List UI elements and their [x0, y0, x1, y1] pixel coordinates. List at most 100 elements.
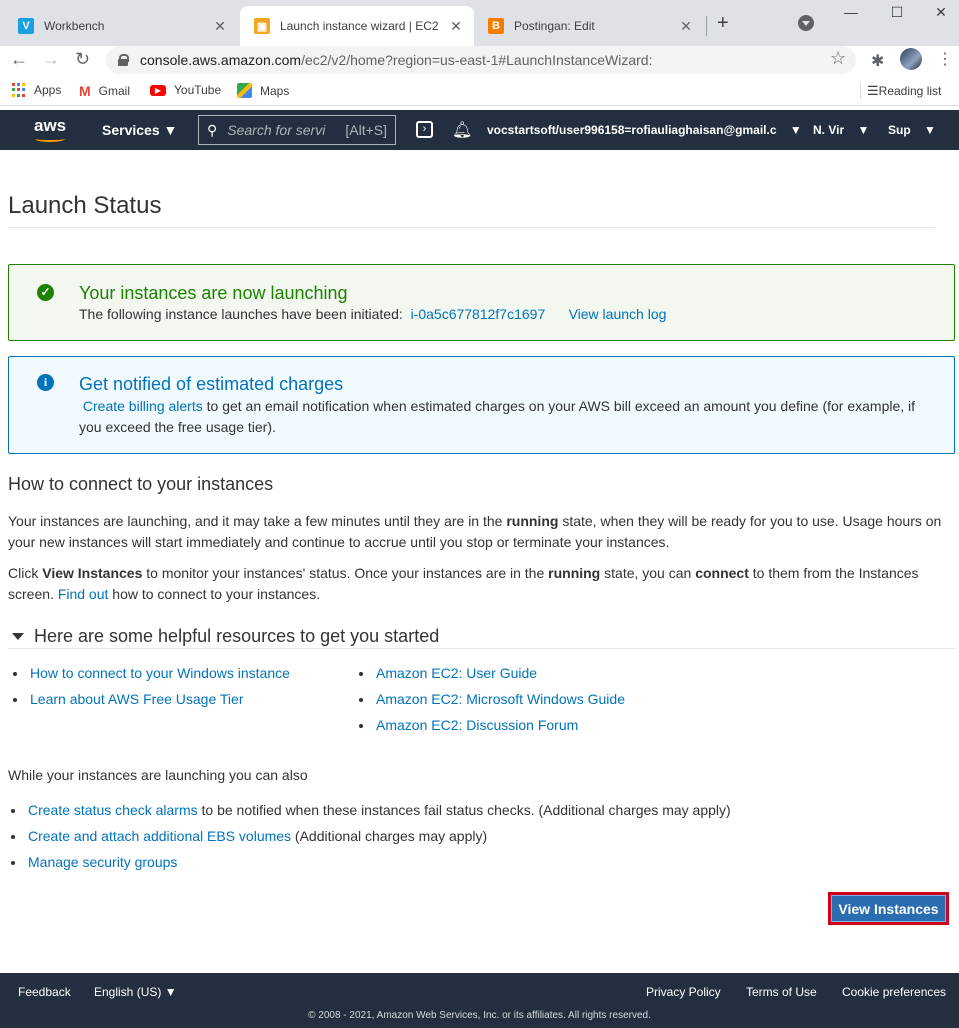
aws-search-input[interactable]: ⚲ Search for servi [Alt+S] [198, 115, 396, 145]
ebs-volumes-link[interactable]: Create and attach additional EBS volumes [28, 828, 291, 844]
minimize-icon[interactable]: — [828, 4, 874, 20]
check-circle-icon: ✓ [37, 284, 54, 301]
instance-id-link[interactable]: i-0a5c677812f7c1697 [411, 306, 546, 322]
browser-tab-strip: V Workbench ✕ ▣ Launch instance wizard |… [0, 0, 959, 46]
list-item: Create and attach additional EBS volumes… [6, 823, 731, 849]
resources-section-toggle[interactable]: Here are some helpful resources to get y… [8, 626, 955, 649]
item-text: (Additional charges may apply) [291, 828, 488, 844]
info-circle-icon: i [37, 374, 54, 391]
title-divider [8, 227, 935, 228]
extensions-puzzle-icon[interactable]: ✱ [871, 51, 884, 71]
new-tab-plus-icon[interactable]: + [717, 12, 729, 35]
close-tab-icon[interactable]: ✕ [448, 18, 464, 35]
gmail-icon: M [79, 83, 91, 99]
also-list: Create status check alarms to be notifie… [6, 797, 731, 875]
cloudshell-icon[interactable]: › [416, 121, 433, 138]
close-tab-icon[interactable]: ✕ [212, 18, 228, 35]
account-menu[interactable]: vocstartsoft/user996158=rofiauliaghaisan… [487, 123, 802, 137]
launch-success-alert: ✓ Your instances are now launching The f… [8, 264, 955, 341]
bookmark-apps[interactable]: Apps [12, 83, 61, 97]
status-check-alarms-link[interactable]: Create status check alarms [28, 802, 198, 818]
bookmark-maps[interactable]: Maps [237, 83, 289, 98]
bookmark-youtube[interactable]: ▶ YouTube [150, 83, 221, 97]
ec2-windows-guide-link[interactable]: Amazon EC2: Microsoft Windows Guide [376, 691, 625, 707]
list-item: Create status check alarms to be notifie… [6, 797, 731, 823]
bookmark-label: Maps [260, 83, 290, 98]
text: Your instances are launching, and it may… [8, 513, 507, 529]
connect-paragraph-2: Click View Instances to monitor your ins… [8, 563, 948, 605]
search-shortcut-hint: [Alt+S] [345, 122, 387, 138]
also-heading: While your instances are launching you c… [8, 767, 308, 783]
ec2-forum-link[interactable]: Amazon EC2: Discussion Forum [376, 717, 578, 733]
url-path: /ec2/v2/home?region=us-east-1#LaunchInst… [301, 52, 653, 68]
notifications-bell-icon[interactable]: 🔔︎ [452, 120, 472, 140]
copyright-text: © 2008 - 2021, Amazon Web Services, Inc.… [308, 1010, 651, 1021]
tab-postingan-edit[interactable]: B Postingan: Edit ✕ [474, 6, 704, 46]
aws-logo-text: aws [34, 116, 67, 135]
tab-workbench[interactable]: V Workbench ✕ [4, 6, 238, 46]
list-item: Manage security groups [6, 849, 731, 875]
resources-list-right: Amazon EC2: User Guide Amazon EC2: Micro… [354, 660, 625, 738]
create-billing-alerts-link[interactable]: Create billing alerts [83, 398, 203, 414]
forward-arrow-icon[interactable]: → [42, 49, 60, 70]
back-arrow-icon[interactable]: ← [10, 49, 28, 70]
bookmark-gmail[interactable]: M Gmail [79, 83, 130, 99]
tab-launch-instance-wizard[interactable]: ▣ Launch instance wizard | EC2 Ma ✕ [240, 6, 474, 46]
region-label: N. Vir [813, 123, 845, 137]
bold-text: View Instances [42, 565, 143, 581]
list-item: Amazon EC2: Microsoft Windows Guide [354, 686, 625, 712]
find-out-link[interactable]: Find out [58, 586, 109, 602]
success-alert-body: The following instance launches have bee… [79, 304, 666, 325]
list-item: Amazon EC2: Discussion Forum [354, 712, 625, 738]
cookie-preferences-link[interactable]: Cookie preferences [842, 985, 946, 999]
caret-down-icon: ▼ [847, 123, 870, 137]
cube-favicon-icon: ▣ [254, 18, 270, 34]
bookmarks-bar: Apps M Gmail ▶ YouTube Maps ☰ Reading li… [0, 76, 959, 106]
free-tier-link[interactable]: Learn about AWS Free Usage Tier [30, 691, 243, 707]
language-label: English (US) [94, 985, 162, 999]
bold-text: running [506, 513, 559, 529]
text: state, you can [600, 565, 696, 581]
tab-title: Postingan: Edit [514, 19, 595, 33]
caret-down-icon [12, 632, 24, 640]
caret-down-icon: ▼ [914, 123, 936, 137]
language-selector[interactable]: English (US) ▼ [94, 985, 177, 999]
profile-avatar[interactable] [900, 48, 922, 70]
chrome-menu-icon[interactable]: ⋮ [937, 49, 953, 69]
view-launch-log-link[interactable]: View launch log [569, 306, 667, 322]
close-tab-icon[interactable]: ✕ [678, 18, 694, 35]
bookmark-label: Apps [34, 83, 62, 97]
text: how to connect to your instances. [108, 586, 321, 602]
youtube-icon: ▶ [150, 84, 166, 96]
maximize-icon[interactable]: ☐ [874, 4, 920, 21]
aws-logo[interactable]: aws [34, 116, 67, 142]
browser-toolbar: ← → ↻ console.aws.amazon.com/ec2/v2/home… [0, 46, 959, 76]
reading-list-button[interactable]: ☰ Reading list [860, 83, 941, 99]
bookmark-star-icon[interactable]: ☆ [830, 48, 846, 69]
tab-search-icon[interactable] [798, 15, 814, 31]
feedback-link[interactable]: Feedback [18, 985, 71, 999]
support-menu[interactable]: Sup ▼ [888, 123, 936, 137]
reading-list-icon: ☰ [867, 83, 879, 98]
apps-grid-icon [12, 83, 26, 97]
reload-icon[interactable]: ↻ [75, 49, 90, 70]
address-bar[interactable]: console.aws.amazon.com/ec2/v2/home?regio… [106, 46, 856, 74]
info-alert-title: Get notified of estimated charges [79, 374, 344, 394]
security-groups-link[interactable]: Manage security groups [28, 854, 177, 870]
view-instances-button[interactable]: View Instances [828, 892, 949, 925]
info-body-text: to get an email notification when estima… [79, 398, 916, 435]
windows-connect-link[interactable]: How to connect to your Windows instance [30, 665, 290, 681]
close-window-icon[interactable]: ✕ [918, 4, 959, 21]
lock-icon[interactable] [118, 54, 129, 66]
terms-of-use-link[interactable]: Terms of Use [746, 985, 817, 999]
caret-down-icon: ▼ [164, 985, 177, 999]
search-placeholder: Search for servi [227, 122, 326, 138]
ec2-user-guide-link[interactable]: Amazon EC2: User Guide [376, 665, 537, 681]
privacy-policy-link[interactable]: Privacy Policy [646, 985, 721, 999]
services-menu[interactable]: Services ▼ [102, 122, 177, 138]
tab-title: Launch instance wizard | EC2 Ma [280, 19, 442, 33]
tab-separator [706, 16, 707, 36]
connect-paragraph-1: Your instances are launching, and it may… [8, 511, 948, 553]
item-text: to be notified when these instances fail… [197, 802, 731, 818]
region-menu[interactable]: N. Vir ▼ [813, 123, 869, 137]
